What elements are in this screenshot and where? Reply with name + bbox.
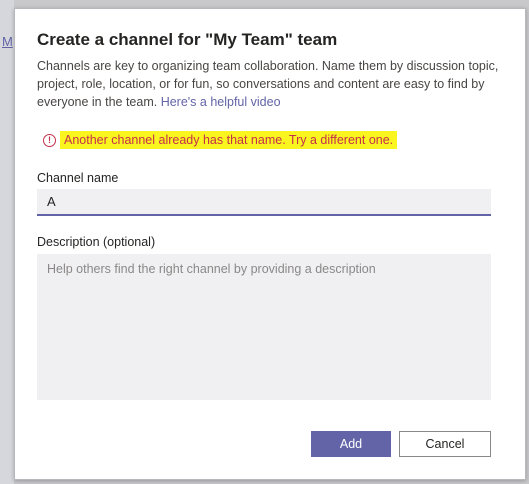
error-text: Another channel already has that name. T… xyxy=(60,131,398,149)
cancel-button[interactable]: Cancel xyxy=(399,431,491,457)
error-message: ! Another channel already has that name.… xyxy=(43,130,398,150)
create-channel-dialog: Create a channel for "My Team" team Chan… xyxy=(14,8,526,480)
dialog-title: Create a channel for "My Team" team xyxy=(37,30,338,49)
channel-name-label: Channel name xyxy=(37,171,119,185)
add-button[interactable]: Add xyxy=(311,431,391,457)
background-app xyxy=(0,0,14,484)
channel-name-input[interactable] xyxy=(37,189,491,216)
description-input[interactable] xyxy=(37,254,491,400)
error-circle-icon: ! xyxy=(43,133,56,147)
dialog-description: Channels are key to organizing team coll… xyxy=(37,57,503,111)
description-label: Description (optional) xyxy=(37,235,156,249)
helpful-video-link[interactable]: Here's a helpful video xyxy=(161,95,281,109)
background-link: M xyxy=(2,34,13,49)
